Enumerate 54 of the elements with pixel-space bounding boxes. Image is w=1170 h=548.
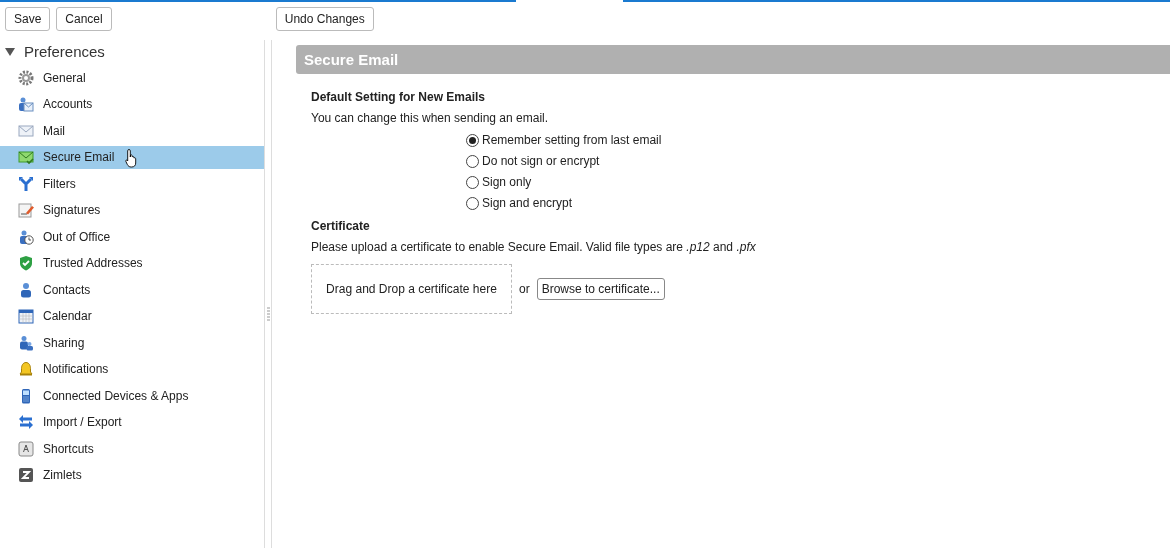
fork-arrow-icon [18,175,34,192]
sidebar-item[interactable]: Zimlets [0,463,264,487]
sidebar-item[interactable]: Signatures [0,198,264,222]
radio-option[interactable]: Remember setting from last email [466,133,1155,147]
browse-button[interactable]: Browse to certificate... [536,278,665,300]
hint-text: Please upload a certificate to enable Secure Email. Valid file types are .p12 and .pfx [311,240,757,254]
radio-button[interactable] [466,154,479,168]
sidebar-item[interactable]: Secure Email [0,145,264,169]
gear-icon [18,69,34,86]
radio-option[interactable]: Sign only [466,175,1155,189]
swap-arrows-icon [18,414,34,431]
envelope-check-icon [18,149,34,166]
hand-cursor-icon [125,147,139,168]
people-icon [18,334,34,351]
pencil-paper-icon [18,202,34,219]
or-text: or [519,282,530,296]
sidebar-item[interactable]: Connected Devices & Apps [0,384,264,408]
radio-button[interactable] [466,175,479,189]
tree-root-label[interactable]: Preferences [24,43,105,60]
person-icon [18,281,34,298]
radio-option[interactable]: Sign and encrypt [466,196,1155,210]
shield-check-icon [18,255,34,272]
sidebar-item[interactable]: Calendar [0,304,264,328]
splitter-grip-icon[interactable] [266,307,270,321]
sidebar-item[interactable]: Sharing [0,331,264,355]
sidebar-item[interactable]: Import / Export [0,410,264,434]
section-heading: Certificate [311,219,371,233]
sidebar-item[interactable]: Accounts [0,92,264,116]
sidebar-item[interactable]: Shortcuts [0,437,264,461]
calendar-icon [18,308,34,325]
hint-text: You can change this when sending an email. [311,111,550,125]
drop-zone[interactable]: Drag and Drop a certificate here [311,264,512,314]
person-clock-icon [18,228,34,245]
sidebar-item[interactable]: Mail [0,119,264,143]
sidebar-item[interactable]: Contacts [0,278,264,302]
sidebar-item[interactable]: Out of Office [0,225,264,249]
sidebar-item[interactable]: Notifications [0,357,264,381]
envelope-icon [18,122,34,139]
sidebar-item[interactable]: Trusted Addresses [0,251,264,275]
sidebar-item[interactable]: Filters [0,172,264,196]
toolbar-button[interactable]: Save [5,7,51,31]
radio-option[interactable]: Do not sign or encrypt [466,154,1155,168]
radio-button[interactable] [466,196,479,210]
radio-button[interactable] [466,133,479,147]
undo-changes-button[interactable]: Undo Changes [275,7,374,31]
toolbar-button[interactable]: Cancel [56,7,112,31]
section-heading: Default Setting for New Emails [311,90,487,104]
keyboard-key-icon [18,440,34,457]
expand-triangle-icon[interactable] [5,46,15,57]
bell-icon [18,361,34,378]
section-title: Secure Email [296,45,1170,74]
person-envelope-icon [18,96,34,113]
z-tile-icon [18,467,34,484]
sidebar-item[interactable]: General [0,66,264,90]
